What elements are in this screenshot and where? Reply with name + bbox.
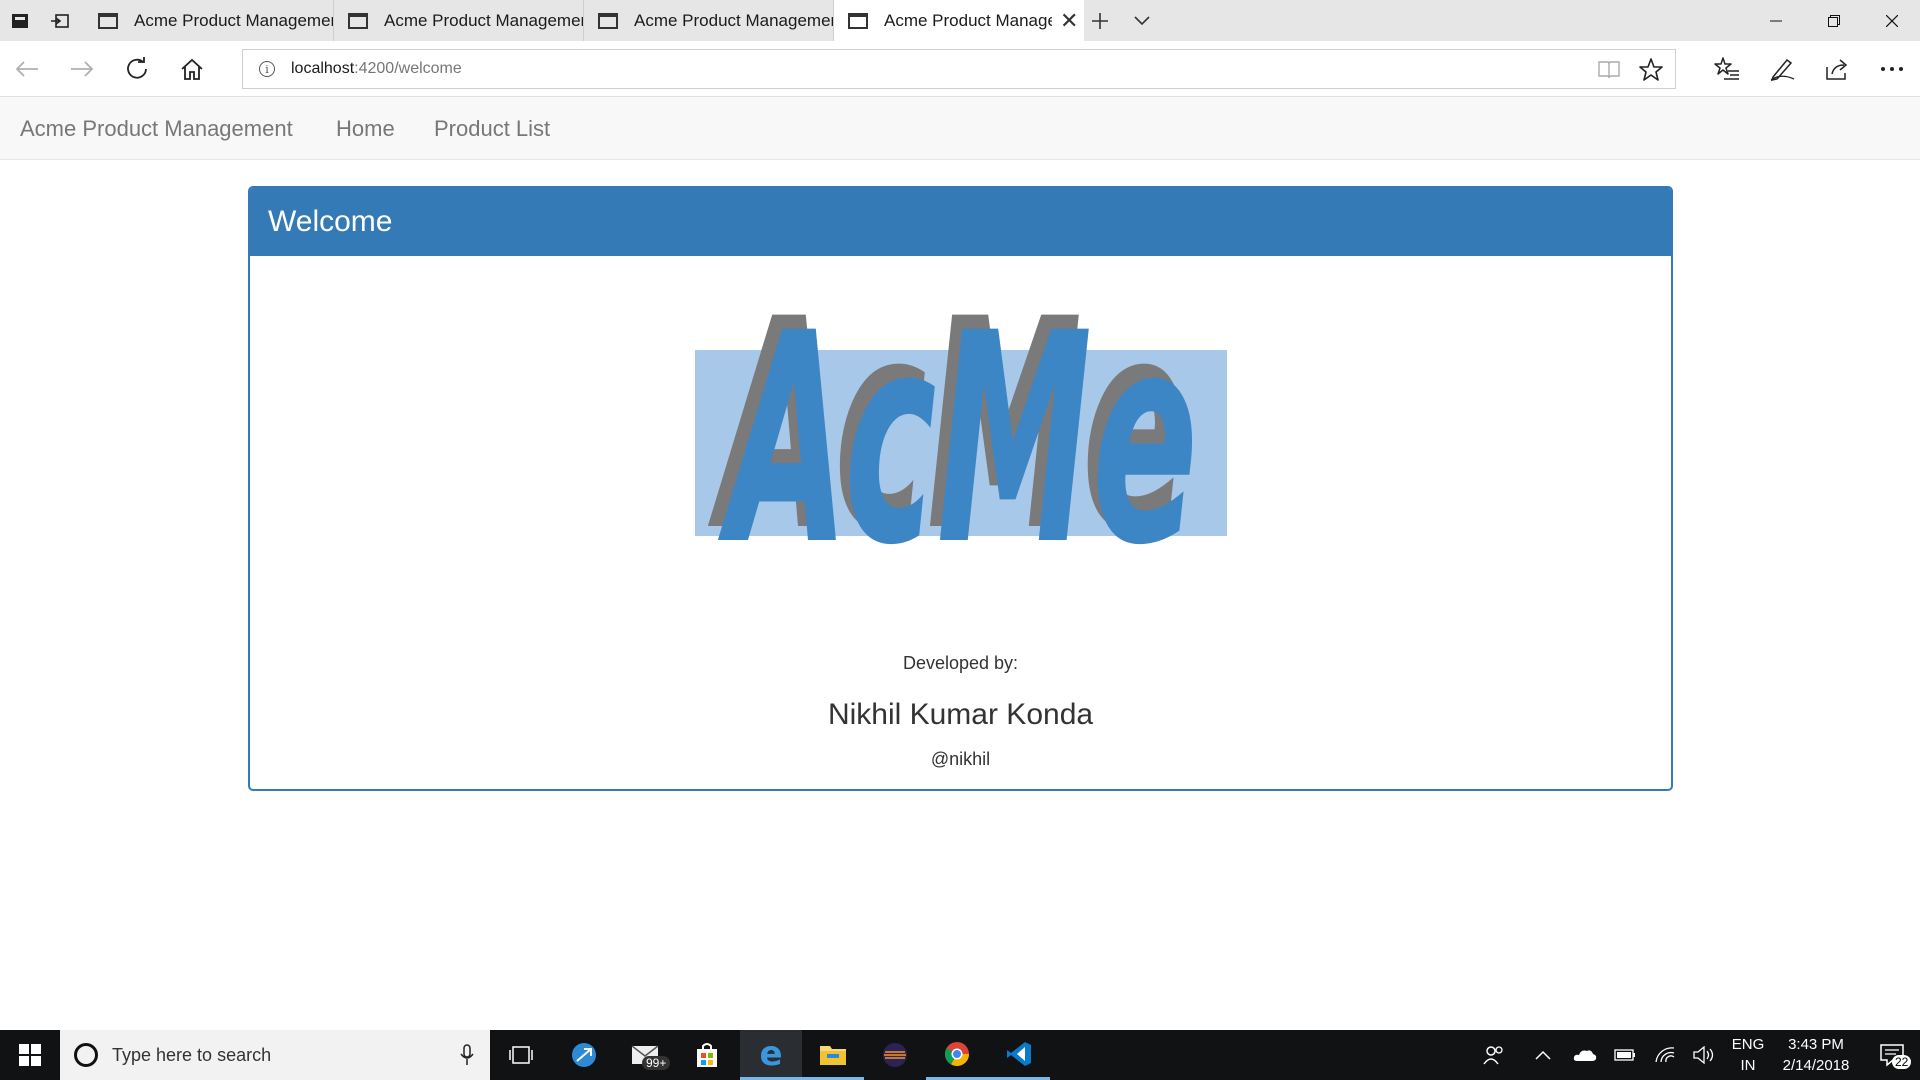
windows-start-icon[interactable] [0, 1030, 60, 1080]
tab-title: Acme Product Management [384, 10, 583, 30]
page-icon [848, 13, 868, 29]
url-path: :4200/welcome [354, 60, 462, 77]
eclipse-icon[interactable] [864, 1030, 926, 1080]
onedrive-icon[interactable] [1568, 1030, 1602, 1080]
share-icon[interactable] [1810, 41, 1864, 97]
browser-tab[interactable]: Acme Product Management [584, 0, 834, 41]
language-code: ENG [1731, 1036, 1765, 1053]
show-hidden-icons-icon[interactable] [1528, 1030, 1558, 1080]
browser-tab[interactable]: Acme Product Management [84, 0, 334, 41]
minimize-icon[interactable] [1748, 0, 1804, 41]
panel-title: Welcome [268, 205, 393, 238]
new-tab-icon[interactable] [1080, 0, 1120, 41]
page-icon [348, 12, 368, 29]
tab-title: Acme Product Manager [884, 11, 1052, 30]
clock[interactable]: 3:43 PM 2/14/2018 [1772, 1034, 1860, 1076]
people-icon[interactable] [1476, 1030, 1512, 1080]
store-icon[interactable] [682, 1030, 732, 1080]
acme-logo: AcMe AcMe [695, 272, 1227, 584]
file-explorer-icon[interactable] [802, 1030, 864, 1080]
edge-taskbar-icon[interactable]: e [740, 1030, 802, 1080]
tab-preview-icon[interactable] [1122, 0, 1162, 41]
network-app-icon[interactable] [562, 1030, 606, 1080]
vscode-icon[interactable] [988, 1030, 1050, 1080]
panel-heading: Welcome [250, 188, 1671, 256]
browser-tab-bar: Acme Product Management Acme Product Man… [0, 0, 1920, 42]
action-center-icon[interactable]: 22 [1864, 1030, 1920, 1080]
taskbar-search-box[interactable]: Type here to search [60, 1030, 490, 1080]
chrome-icon[interactable] [926, 1030, 988, 1080]
wifi-icon[interactable] [1648, 1030, 1682, 1080]
search-placeholder: Type here to search [112, 1044, 272, 1065]
mail-badge: 99+ [642, 1056, 671, 1070]
mail-icon[interactable]: 99+ [620, 1030, 674, 1080]
logo-text: AcMe [716, 272, 1198, 584]
refresh-icon[interactable] [110, 41, 164, 97]
task-view-icon[interactable] [500, 1030, 542, 1080]
browser-toolbar: i localhost:4200/welcome [0, 41, 1920, 97]
volume-icon[interactable] [1688, 1030, 1722, 1080]
reading-view-icon[interactable] [1589, 50, 1629, 90]
home-icon[interactable] [165, 41, 219, 97]
site-info-icon[interactable]: i [259, 61, 275, 77]
url-host: localhost [291, 60, 355, 77]
developed-by-label: Developed by: [902, 653, 1019, 673]
nav-link-home[interactable]: Home [336, 97, 395, 160]
page-icon [98, 12, 118, 29]
battery-icon[interactable] [1608, 1030, 1642, 1080]
favorites-hub-icon[interactable] [1700, 41, 1754, 97]
favorite-star-icon[interactable] [1631, 50, 1671, 90]
page-icon [598, 12, 618, 29]
set-aside-tabs-icon[interactable] [40, 0, 80, 41]
welcome-panel: Welcome AcMe AcMe Developed by: Nikhil K… [248, 186, 1673, 791]
brand-link[interactable]: Acme Product Management [20, 97, 293, 160]
nav-link-product-list[interactable]: Product List [434, 97, 550, 160]
address-bar[interactable]: i localhost:4200/welcome [242, 49, 1676, 89]
cortana-icon [74, 1043, 98, 1067]
developer-handle: @nikhil [930, 749, 991, 769]
notifications-badge: 22 [1892, 1055, 1912, 1069]
developer-name: Nikhil Kumar Konda [827, 698, 1094, 731]
restore-icon[interactable] [1806, 0, 1862, 41]
back-icon[interactable] [0, 41, 54, 97]
browser-tab-active[interactable]: Acme Product Manager ✕ [834, 0, 1084, 42]
clock-time: 3:43 PM [1788, 1036, 1844, 1053]
more-icon[interactable] [1865, 41, 1919, 97]
browser-tab[interactable]: Acme Product Management [334, 0, 584, 41]
app-navbar: Acme Product Management Home Product Lis… [0, 97, 1920, 160]
close-tab-icon[interactable]: ✕ [1060, 10, 1078, 32]
tab-actions-icon[interactable] [0, 0, 40, 41]
tab-title: Acme Product Management [134, 10, 333, 30]
microphone-icon[interactable] [460, 1044, 474, 1071]
close-icon[interactable] [1864, 0, 1920, 41]
windows-taskbar: Type here to search 99+ e ENG IN 3:43 PM… [0, 1030, 1920, 1080]
region-code: IN [1740, 1057, 1756, 1074]
web-note-icon[interactable] [1755, 41, 1809, 97]
clock-date: 2/14/2018 [1782, 1057, 1850, 1074]
forward-icon[interactable] [55, 41, 109, 97]
tab-title: Acme Product Management [634, 10, 833, 30]
language-indicator[interactable]: ENG IN [1726, 1034, 1770, 1076]
